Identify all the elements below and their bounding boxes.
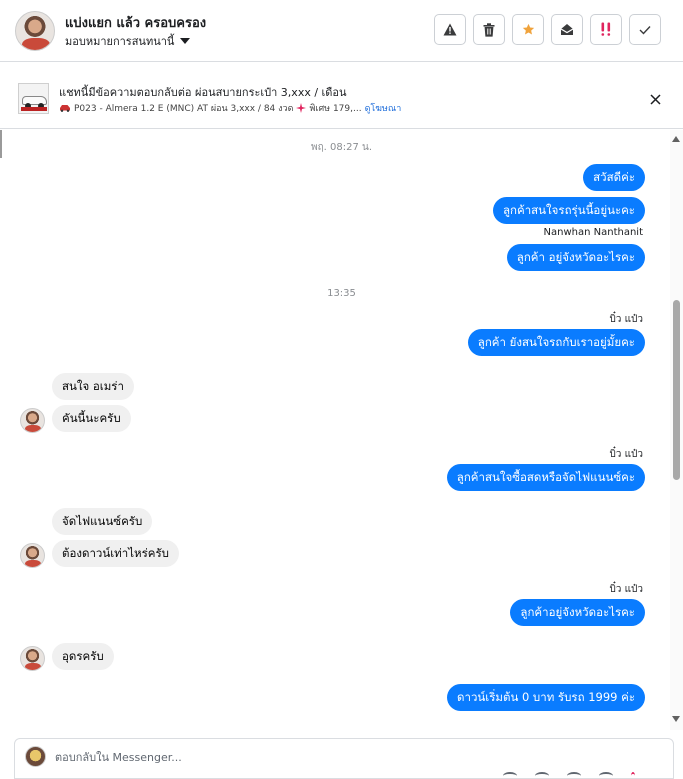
message-bubble-outgoing[interactable]: ลูกค้าอยู่จังหวัดอะไรคะ	[510, 599, 645, 626]
timestamp: 13:35	[327, 288, 356, 299]
ad-subtitle: P023 - Almera 1.2 E (MNC) AT ผ่อน 3,xxx …	[74, 104, 294, 114]
conversation-header: แบ่งแยก แล้ว ครอบครอง มอบหมายการสนทนานี้	[0, 0, 683, 62]
message-bubble-outgoing[interactable]: ลูกค้า อยู่จังหวัดอะไรคะ	[506, 244, 645, 271]
ad-thumbnail[interactable]	[18, 83, 49, 114]
star-button[interactable]	[512, 14, 544, 45]
mark-urgent-button[interactable]	[590, 14, 622, 45]
contact-name[interactable]: แบ่งแยก แล้ว ครอบครอง	[65, 12, 206, 33]
sparkle-icon	[296, 103, 307, 113]
message-bubble-outgoing[interactable]: ลูกค้าสนใจซื้อสดหรือจัดไฟแนนซ์คะ	[446, 464, 645, 491]
customer-avatar	[20, 408, 45, 433]
message-bubble-incoming[interactable]: จัดไฟแนนซ์ครับ	[52, 508, 153, 535]
ad-subtitle-row: P023 - Almera 1.2 E (MNC) AT ผ่อน 3,xxx …	[59, 101, 401, 115]
car-icon	[60, 105, 70, 112]
report-spam-button[interactable]	[434, 14, 466, 45]
composer-toolbar	[503, 772, 635, 779]
contact-avatar[interactable]	[15, 11, 55, 51]
scroll-down-arrow-icon[interactable]	[672, 716, 680, 722]
panel-edge	[0, 130, 2, 158]
scrollbar-thumb[interactable]	[673, 300, 680, 480]
sender-name: บิ๋ว แป๋ว	[609, 584, 643, 595]
message-bubble-incoming[interactable]: อุดรครับ	[52, 643, 114, 670]
emoji-icon[interactable]	[503, 772, 517, 779]
message-bubble-incoming[interactable]: คันนี้นะครับ	[52, 405, 131, 432]
inbox-icon	[560, 24, 574, 35]
mark-done-button[interactable]	[629, 14, 661, 45]
ad-context-bar: แชทนี้มีข้อความตอบกลับต่อ ผ่อนสบายกระเป๋…	[0, 70, 683, 129]
chevron-down-icon	[180, 38, 191, 44]
customer-avatar	[20, 646, 45, 671]
page-avatar	[25, 746, 46, 767]
trash-icon	[483, 22, 495, 37]
check-icon	[639, 25, 651, 35]
like-icon[interactable]	[631, 772, 635, 779]
mark-unread-button[interactable]	[551, 14, 583, 45]
message-thread[interactable]: พฤ. 08:27 น. สวัสดีค่ะ ลูกค้าสนใจรถรุ่นน…	[0, 130, 683, 730]
message-bubble-outgoing[interactable]: สวัสดีค่ะ	[583, 164, 645, 191]
urgent-icon	[601, 22, 611, 36]
close-ad-context-button[interactable]	[645, 89, 665, 109]
sender-name: บิ๋ว แป๋ว	[609, 314, 643, 325]
message-bubble-incoming[interactable]: ต้องดาวน์เท่าไหร่ครับ	[52, 540, 179, 567]
header-actions	[434, 14, 661, 45]
delete-button[interactable]	[473, 14, 505, 45]
reply-composer	[14, 738, 674, 779]
star-icon	[522, 23, 534, 35]
attachment-icon[interactable]	[535, 772, 549, 779]
saved-reply-icon[interactable]	[599, 772, 613, 779]
timestamp: พฤ. 08:27 น.	[310, 142, 372, 153]
message-bubble-outgoing[interactable]: ลูกค้าสนใจรถรุ่นนี้อยู่นะคะ	[493, 197, 645, 224]
close-icon	[649, 93, 661, 105]
sender-name: บิ๋ว แป๋ว	[609, 449, 643, 460]
sender-name: Nanwhan Nanthanit	[543, 227, 643, 238]
ad-promo: พิเศษ 179,...	[309, 104, 362, 114]
scroll-up-arrow-icon[interactable]	[672, 136, 680, 142]
warning-icon	[443, 23, 457, 36]
view-ad-link[interactable]: ดูโฆษณา	[365, 101, 402, 115]
message-bubble-outgoing[interactable]: ดาวน์เริ่มต้น 0 บาท รับรถ 1999 ค่ะ	[447, 684, 645, 711]
customer-avatar	[20, 543, 45, 568]
reply-input[interactable]	[55, 747, 655, 767]
ad-title: แชทนี้มีข้อความตอบกลับต่อ ผ่อนสบายกระเป๋…	[59, 86, 347, 99]
assign-label: มอบหมายการสนทนานี้	[65, 35, 175, 48]
gif-icon[interactable]	[567, 772, 581, 779]
assign-conversation-dropdown[interactable]: มอบหมายการสนทนานี้	[65, 32, 191, 50]
message-bubble-incoming[interactable]: สนใจ อเมร่า	[52, 373, 134, 400]
message-bubble-outgoing[interactable]: ลูกค้า ยังสนใจรถกับเราอยู่มั้ยคะ	[467, 329, 645, 356]
